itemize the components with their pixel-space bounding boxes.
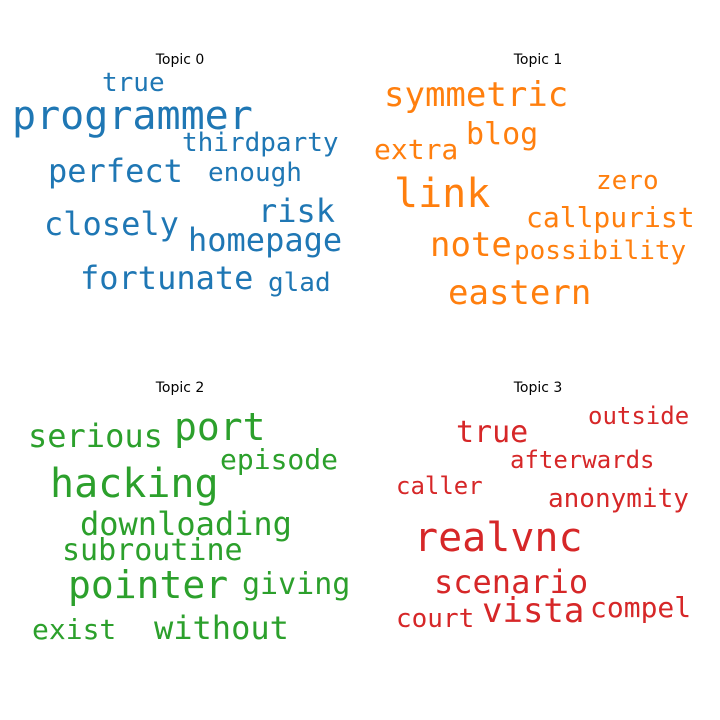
word: exist (32, 613, 117, 646)
topic-title: Topic 3 (513, 380, 563, 396)
word: homepage (188, 221, 343, 259)
topic-title: Topic 0 (155, 52, 205, 68)
topic-panel-0: Topic 0 programmer true thirdparty perfe… (10, 40, 350, 340)
word: serious (28, 417, 163, 455)
word: glad (268, 268, 331, 298)
word: caller (396, 472, 483, 500)
word: realvnc (414, 515, 583, 561)
topic-panel-1: Topic 1 symmetric blog extra link zero c… (368, 40, 708, 340)
word: without (154, 609, 289, 647)
word: note (430, 225, 512, 265)
word: blog (466, 117, 539, 152)
word: enough (208, 158, 302, 188)
word: subroutine (62, 533, 243, 568)
topic-panel-2: Topic 2 serious port episode hacking dow… (10, 368, 350, 668)
topic-title: Topic 2 (155, 380, 205, 396)
word: giving (242, 567, 351, 602)
word: pointer (68, 563, 229, 607)
word: link (394, 171, 491, 217)
word: symmetric (384, 75, 569, 115)
word: perfect (48, 152, 183, 190)
word: court (396, 604, 475, 634)
topic-panel-3: Topic 3 outside true afterwards caller a… (368, 368, 708, 668)
word: callpurist (526, 201, 695, 234)
word: thirdparty (182, 128, 339, 158)
word: zero (596, 166, 659, 196)
word: afterwards (510, 446, 655, 474)
topic-title: Topic 1 (513, 52, 563, 68)
word: true (102, 68, 165, 98)
word: extra (374, 133, 459, 166)
word: episode (220, 443, 339, 476)
word: port (174, 405, 266, 449)
word: outside (588, 402, 690, 430)
word: true (456, 415, 529, 450)
word: closely (44, 205, 179, 243)
word: possibility (514, 236, 687, 266)
word: eastern (448, 273, 592, 313)
word: vista (482, 591, 585, 631)
word: compel (590, 591, 692, 624)
word: anonymity (548, 484, 689, 514)
word: fortunate (80, 259, 254, 297)
word: hacking (50, 461, 219, 507)
